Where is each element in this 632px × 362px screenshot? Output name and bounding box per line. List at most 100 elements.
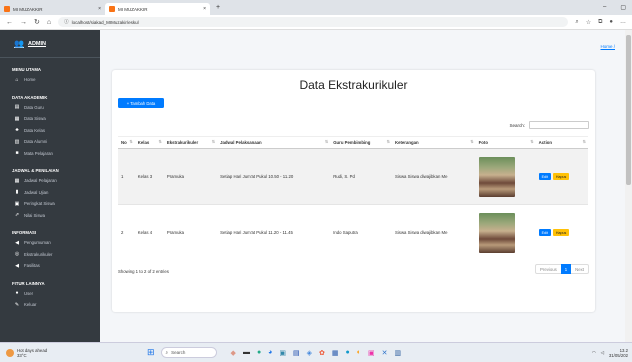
favorite-icon[interactable]: ☆ (586, 19, 591, 26)
system-tray: ◠ ◁ 13.2 31/05/202 (592, 348, 632, 358)
sidebar-item-pengumuman[interactable]: ◀ Pengumuman (0, 237, 100, 249)
column-header[interactable]: Foto ⇅ (475, 136, 536, 149)
info-icon: ⓘ (64, 19, 69, 24)
maximize-button[interactable]: ▢ (620, 4, 626, 11)
add-data-button[interactable]: + Tambah Data (118, 98, 164, 108)
profile-icon[interactable]: ● (609, 19, 613, 26)
admin-logo-icon: 👥 (14, 39, 24, 48)
app-icon[interactable]: ▦ (332, 349, 339, 357)
activity-photo (478, 156, 515, 197)
sidebar-item-label: Jadwal Ujian (24, 189, 49, 195)
minimize-button[interactable]: – (603, 4, 606, 11)
app-icon[interactable]: ✿ (319, 349, 325, 357)
sidebar-item-jadwal-pelajaran[interactable]: ▦ Jadwal Pelajaran (0, 175, 100, 187)
app-icon[interactable]: ◈ (307, 349, 312, 357)
column-header[interactable]: Kelas ⇅ (134, 136, 164, 149)
cell-guru: Indo Saputra (330, 204, 392, 261)
collections-icon[interactable]: ⧉ (598, 19, 602, 26)
sidebar-item-jadwal-ujian[interactable]: ▮ Jadwal Ujian (0, 187, 100, 199)
sidebar-item-peringkat-siswa[interactable]: ▣ Peringkat Siswa (0, 198, 100, 210)
app-icon[interactable]: ✕ (382, 349, 388, 357)
extracurricular-icon: ◎ (14, 251, 20, 258)
app-icon[interactable]: ▣ (368, 349, 375, 357)
tab-close-icon[interactable]: × (203, 6, 206, 12)
column-header-label: Keterangan (394, 140, 419, 145)
main-content: Home / Data Ekstrakurikuler + Tambah Dat… (100, 30, 625, 342)
sidebar-item-data-kelas[interactable]: ♣ Data Kelas (0, 125, 100, 137)
url-field[interactable]: ⓘ localhost/siakad_MIMuzakir/eskul (58, 17, 569, 27)
wifi-icon[interactable]: ◠ (592, 350, 596, 356)
file-explorer-icon[interactable]: ▬ (243, 349, 250, 357)
column-header[interactable]: Jadwal Pelaksanaan ⇅ (217, 136, 331, 149)
sidebar-item-data-alumni[interactable]: ▥ Data Alumni (0, 136, 100, 148)
table-row: 1 Kelas 3 Pramuka Setiap Hari Jum'at Pukul … (118, 148, 588, 205)
sidebar-item-ekstrakurikuler[interactable]: ◎ Ekstrakurikuler (0, 249, 100, 261)
sidebar-item-fasilitas[interactable]: ◀ Fasilitas (0, 260, 100, 272)
data-table: No ⇅ Kelas ⇅ Ekstrakurikuler ⇅ Jadwal Pelaksan… (118, 136, 588, 261)
scroll-thumb[interactable] (626, 35, 631, 185)
sort-icon: ⇅ (324, 139, 329, 144)
column-header[interactable]: Ekstrakurikuler ⇅ (163, 136, 218, 149)
app-icon[interactable]: ◐ (357, 349, 361, 357)
more-icon[interactable]: … (620, 19, 626, 26)
taskbar-search[interactable]: ⌕ Search (160, 347, 217, 358)
cell-action: Edit Hapus (535, 148, 588, 205)
column-header[interactable]: Keterangan ⇅ (391, 136, 476, 149)
sidebar: 👥 ADMIN MENU UTAMA ⌂ Home DATA AKADEMIK ▤ Dat… (0, 30, 100, 342)
weather-temp: 33°C (17, 352, 27, 358)
chrome-icon[interactable]: ● (257, 349, 261, 357)
column-header[interactable]: Guru Pembimbing ⇅ (330, 136, 392, 149)
sort-icon: ⇅ (470, 139, 474, 144)
app-icon[interactable]: ● (346, 349, 350, 357)
browser-tab-active[interactable]: MI MUZAKKIR × (105, 3, 210, 15)
app-icon[interactable]: ▥ (395, 349, 402, 357)
weather-widget[interactable]: Hot days ahead 33°C (0, 348, 125, 358)
column-header[interactable]: Action ⇅ (535, 136, 588, 149)
zoom-icon[interactable]: ⌕ (575, 19, 578, 26)
widgets-icon[interactable]: ◆ (231, 349, 236, 357)
home-nav-icon[interactable]: ⌂ (47, 19, 51, 26)
table-body: 1 Kelas 3 Pramuka Setiap Hari Jum'at Pukul … (118, 148, 588, 261)
cell-action: Edit Hapus (535, 204, 588, 261)
edge-icon[interactable]: ◕ (268, 349, 272, 357)
store-icon[interactable]: ▣ (279, 349, 286, 357)
reload-icon[interactable]: ↻ (34, 18, 40, 26)
brand-label: ADMIN (27, 40, 46, 47)
tab-close-icon[interactable]: × (98, 6, 101, 12)
sidebar-item-data-guru[interactable]: ▤ Data Guru (0, 102, 100, 114)
delete-button[interactable]: Hapus (552, 173, 570, 180)
page-1-button[interactable]: 1 (560, 264, 572, 274)
column-header[interactable]: No ⇅ (118, 136, 135, 149)
search-area: Search: (509, 121, 589, 129)
forward-icon[interactable]: → (20, 19, 27, 26)
sidebar-item-home[interactable]: ⌂ Home (0, 74, 100, 86)
search-input[interactable] (529, 121, 589, 129)
browser-tab[interactable]: MI MUZAKKIR × (0, 3, 105, 15)
previous-button[interactable]: Previous (536, 264, 561, 274)
sidebar-item-mata-pelajaran[interactable]: ■ Mata Pelajaran (0, 148, 100, 160)
back-icon[interactable]: ← (6, 19, 13, 26)
sidebar-item-keluar[interactable]: ✎ Keluar (0, 299, 100, 311)
sidebar-item-user[interactable]: ● User (0, 288, 100, 300)
sidebar-section-title: DATA AKADEMIK (12, 94, 48, 100)
edit-button[interactable]: Edit (538, 229, 551, 237)
column-header-label: Jadwal Pelaksanaan (220, 140, 262, 145)
next-button[interactable]: Next (571, 264, 588, 274)
volume-icon[interactable]: ◁ (601, 350, 604, 356)
sidebar-item-nilai-siswa[interactable]: ⇗ Nilai Siswa (0, 210, 100, 222)
cell-ket: Siswa Siswa diwajibkan Me (391, 204, 476, 261)
delete-button[interactable]: Hapus (552, 229, 570, 237)
brand[interactable]: 👥 ADMIN (0, 30, 100, 58)
edit-button[interactable]: Edit (538, 173, 551, 180)
schedule-icon: ▦ (14, 177, 20, 184)
new-tab-button[interactable]: + (210, 4, 226, 11)
sidebar-item-label: Data Alumni (24, 139, 48, 145)
taskbar-search-label: Search (171, 350, 186, 355)
teacher-icon: ▤ (14, 104, 20, 111)
app-icon[interactable]: ▤ (293, 349, 300, 357)
cell-eskul: Pramuka (163, 204, 218, 261)
windows-start-icon[interactable]: ⊞ (147, 347, 155, 358)
sidebar-item-data-siswa[interactable]: ▦ Data Siswa (0, 113, 100, 125)
breadcrumb-home[interactable]: Home / (600, 44, 615, 49)
vertical-scrollbar[interactable] (625, 30, 632, 342)
